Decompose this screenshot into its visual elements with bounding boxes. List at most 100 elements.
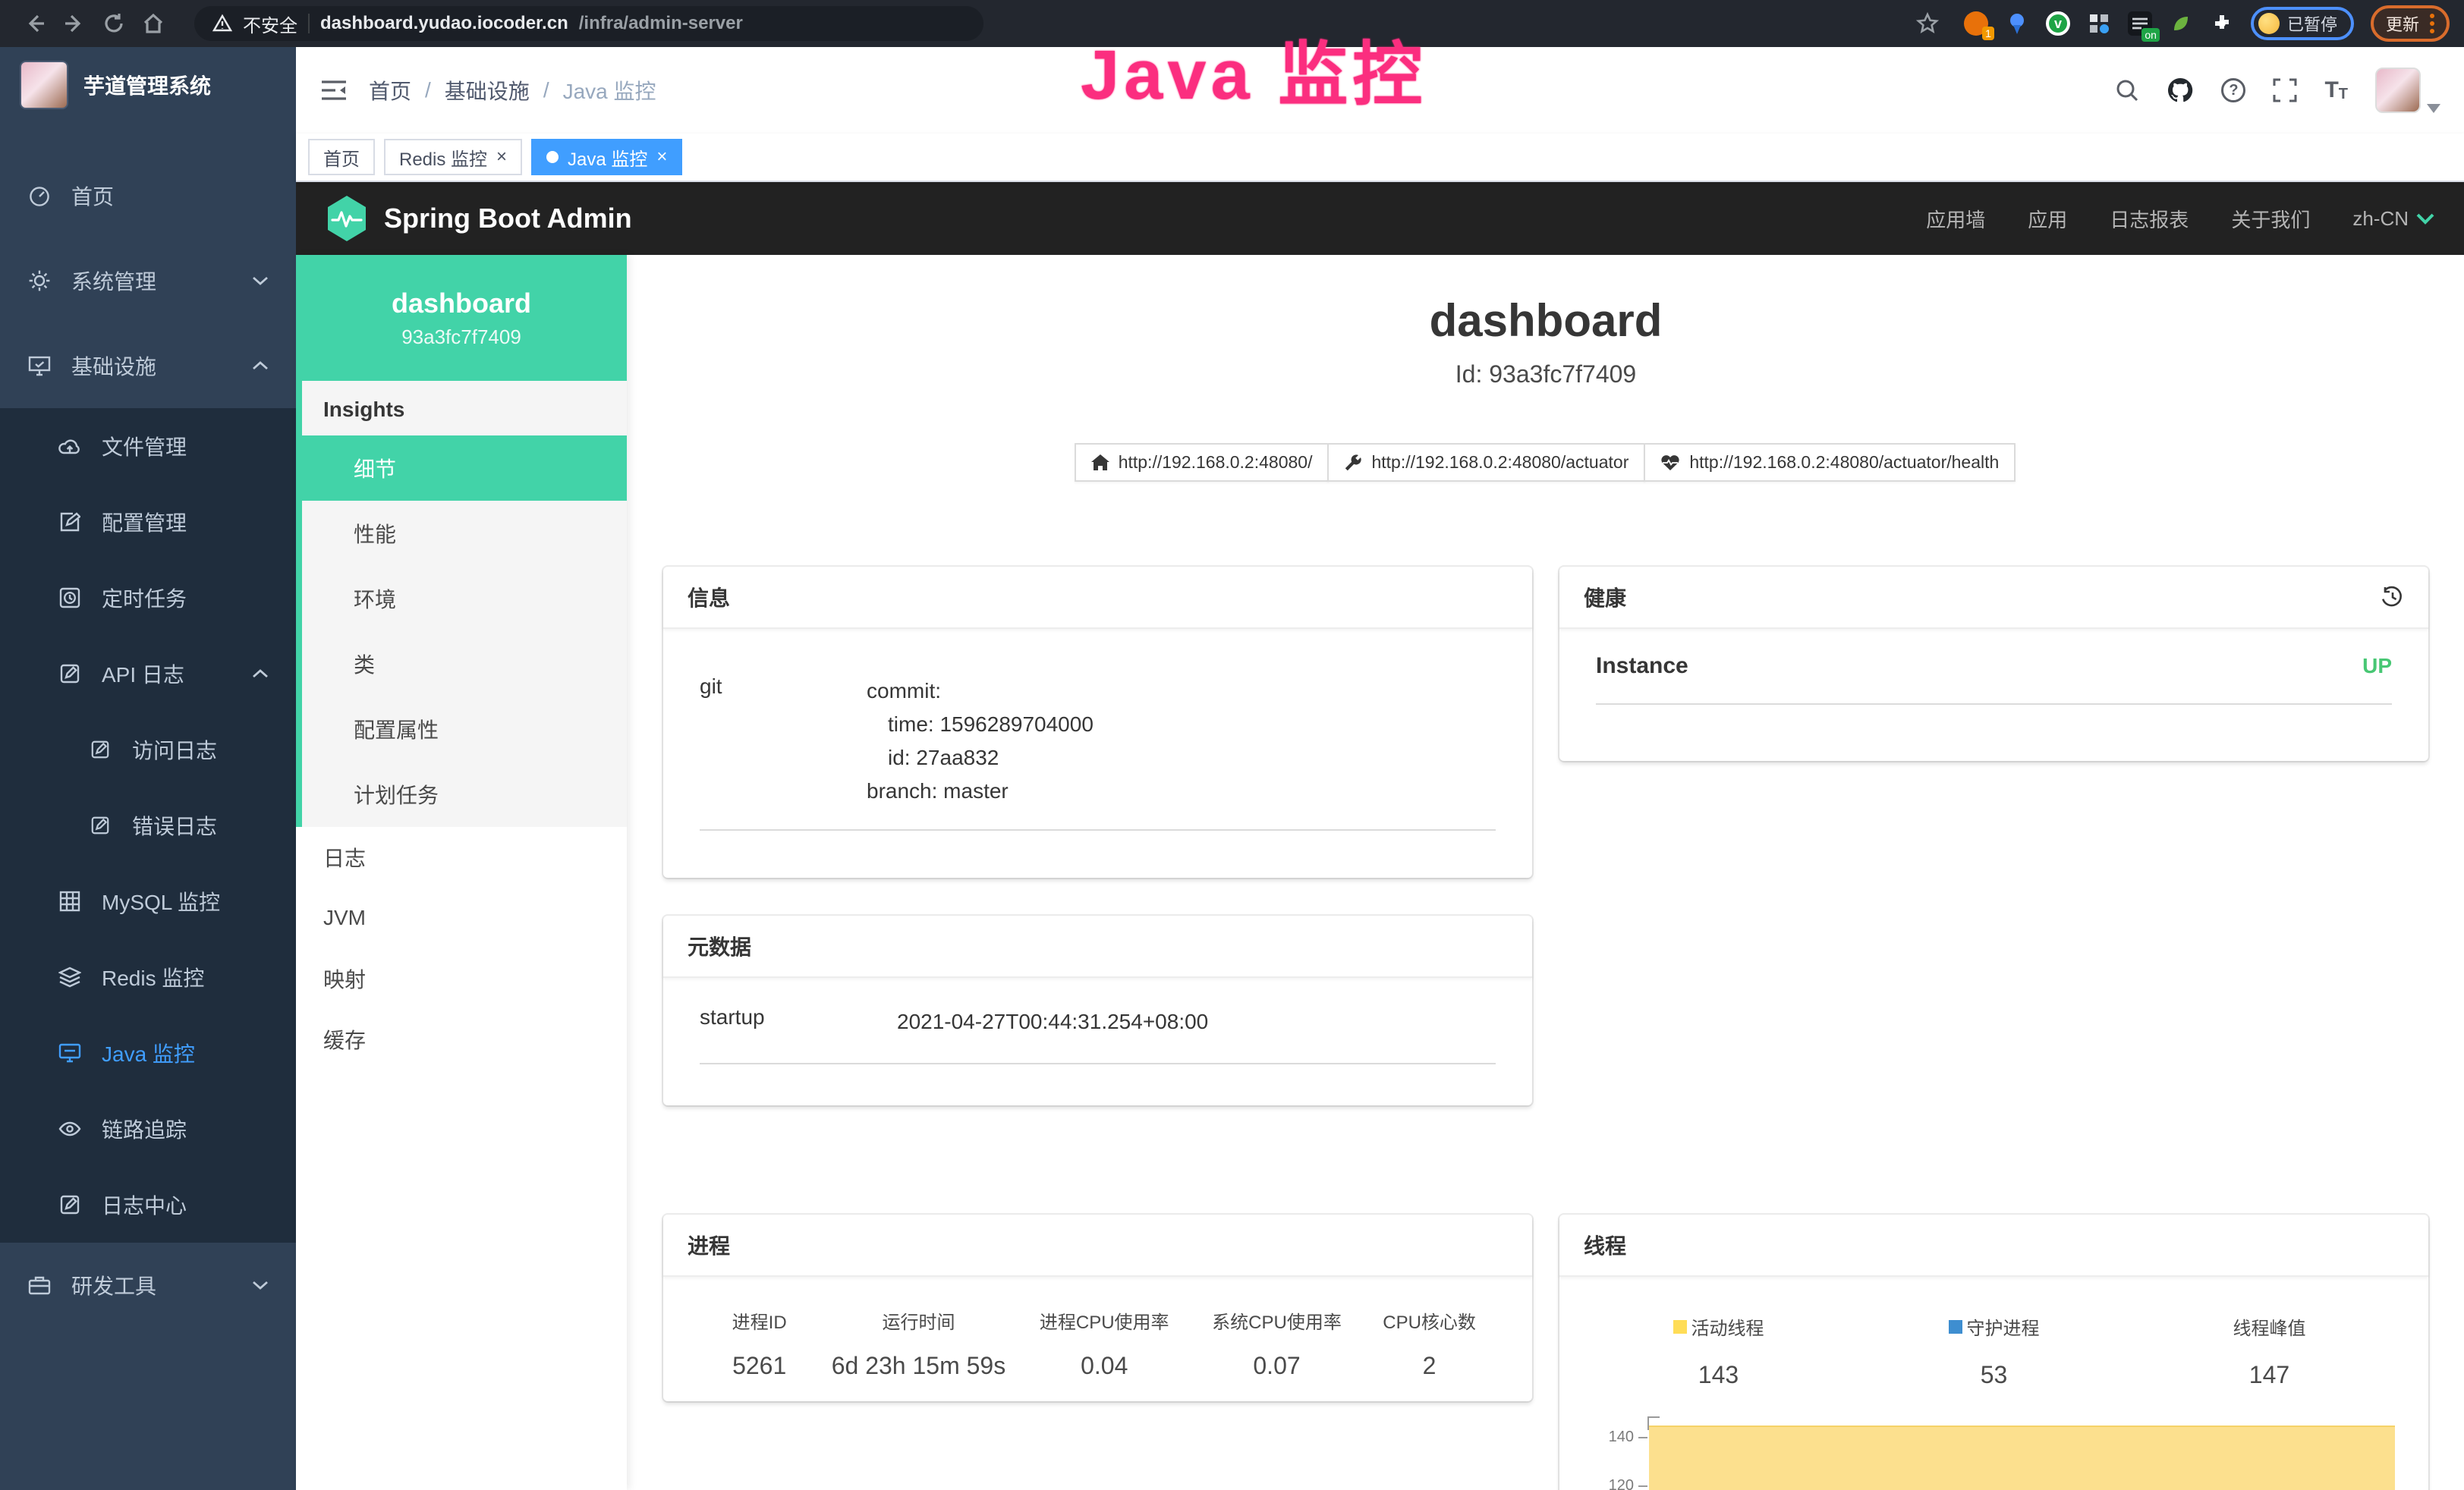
extension-icon-pin[interactable] bbox=[2005, 11, 2029, 36]
sba-brand[interactable]: Spring Boot Admin bbox=[326, 196, 632, 241]
metadata-key: startup bbox=[700, 1005, 897, 1039]
browser-update-button[interactable]: 更新 bbox=[2371, 5, 2450, 42]
font-size-icon[interactable]: TT bbox=[2324, 77, 2348, 103]
sba-logo-icon bbox=[326, 196, 367, 241]
peak-threads-label: 线程峰值 bbox=[2233, 1313, 2306, 1340]
sidebar-item-api-logs[interactable]: API 日志 bbox=[0, 636, 296, 712]
breadcrumb-infrastructure[interactable]: 基础设施 bbox=[445, 75, 530, 105]
sidebar-item-infrastructure[interactable]: 基础设施 bbox=[0, 323, 296, 408]
sba-nav-mappings[interactable]: 映射 bbox=[296, 948, 627, 1009]
live-threads-legend-swatch bbox=[1673, 1320, 1687, 1334]
home-icon bbox=[1091, 454, 1109, 471]
extension-icon-leaf[interactable] bbox=[2169, 11, 2193, 36]
sidebar-item-error-logs[interactable]: 错误日志 bbox=[0, 787, 296, 863]
tab-java-monitor[interactable]: Java 监控 × bbox=[531, 139, 682, 175]
extension-icon-list[interactable]: on bbox=[2128, 11, 2152, 36]
breadcrumb-home[interactable]: 首页 bbox=[369, 75, 411, 105]
chevron-up-icon bbox=[252, 668, 269, 679]
log-edit-icon bbox=[58, 663, 82, 684]
sba-locale-select[interactable]: zh-CN bbox=[2352, 207, 2434, 231]
sidebar-item-redis-monitor[interactable]: Redis 监控 bbox=[0, 939, 296, 1015]
sidebar-item-scheduled-jobs[interactable]: 定时任务 bbox=[0, 560, 296, 636]
emoji-face-icon bbox=[2258, 13, 2280, 34]
sba-instance-header[interactable]: dashboard 93a3fc7f7409 bbox=[296, 255, 627, 381]
sidebar-item-access-logs[interactable]: 访问日志 bbox=[0, 712, 296, 787]
sba-nav-jvm[interactable]: JVM bbox=[296, 888, 627, 948]
sba-nav-metrics[interactable]: 性能 bbox=[302, 501, 627, 566]
back-icon[interactable] bbox=[15, 4, 55, 43]
tab-redis-monitor[interactable]: Redis 监控 × bbox=[384, 139, 522, 175]
sidebar-item-home[interactable]: 首页 bbox=[0, 153, 296, 238]
url-bar[interactable]: 不安全 dashboard.yudao.iocoder.cn/infra/adm… bbox=[194, 6, 983, 41]
history-icon[interactable] bbox=[2380, 586, 2404, 608]
sba-menu-applications[interactable]: 应用 bbox=[2028, 205, 2067, 233]
chevron-down-icon bbox=[2416, 212, 2434, 225]
bookmark-star-icon[interactable] bbox=[1908, 4, 1947, 43]
sidebar-item-system-mgmt[interactable]: 系统管理 bbox=[0, 238, 296, 323]
search-icon[interactable] bbox=[2115, 78, 2139, 102]
breadcrumb: 首页 / 基础设施 / Java 监控 bbox=[369, 75, 656, 105]
thread-stats: 活动线程 143 守护进程 53 线程峰值 bbox=[1581, 1313, 2407, 1389]
sidebar-item-file-mgmt[interactable]: 文件管理 bbox=[0, 408, 296, 484]
live-threads-label: 活动线程 bbox=[1691, 1313, 1764, 1340]
active-dot bbox=[546, 151, 559, 163]
close-icon[interactable]: × bbox=[656, 148, 667, 166]
sba-nav-logs[interactable]: 日志 bbox=[296, 827, 627, 888]
sba-menu-journal[interactable]: 日志报表 bbox=[2110, 205, 2189, 233]
home-icon[interactable] bbox=[134, 4, 173, 43]
update-label: 更新 bbox=[2386, 11, 2419, 36]
user-avatar[interactable] bbox=[2375, 68, 2440, 113]
security-label[interactable]: 不安全 bbox=[243, 11, 297, 37]
sba-nav-details[interactable]: 细节 bbox=[302, 435, 627, 501]
extension-badge-on: on bbox=[2141, 28, 2160, 42]
log-edit-icon bbox=[58, 1194, 82, 1215]
reload-icon[interactable] bbox=[94, 4, 134, 43]
eye-icon bbox=[58, 1121, 82, 1136]
sba-menu-about[interactable]: 关于我们 bbox=[2231, 205, 2310, 233]
sba-nav-caches[interactable]: 缓存 bbox=[296, 1009, 627, 1070]
url-host[interactable]: dashboard.yudao.iocoder.cn bbox=[320, 13, 568, 34]
sba-nav-config-props[interactable]: 配置属性 bbox=[302, 696, 627, 762]
ytick-120: 120 bbox=[1609, 1477, 1634, 1490]
sidebar-item-mysql-monitor[interactable]: MySQL 监控 bbox=[0, 863, 296, 939]
extension-icon-grid[interactable] bbox=[2087, 11, 2111, 36]
actuator-url-button[interactable]: http://192.168.0.2:48080/actuator bbox=[1327, 443, 1645, 482]
fullscreen-icon[interactable] bbox=[2273, 78, 2297, 102]
sidebar-item-java-monitor[interactable]: Java 监控 bbox=[0, 1015, 296, 1091]
extension-icon-green-v[interactable]: v bbox=[2046, 11, 2070, 36]
chevron-down-icon bbox=[252, 275, 269, 286]
app-title: 芋道管理系统 bbox=[83, 70, 211, 100]
forward-icon[interactable] bbox=[55, 4, 94, 43]
paused-extension-pill[interactable]: 已暂停 bbox=[2251, 7, 2354, 40]
health-card-title: 健康 bbox=[1584, 582, 1626, 612]
security-warning-icon[interactable] bbox=[212, 14, 232, 33]
service-url-button[interactable]: http://192.168.0.2:48080/ bbox=[1075, 443, 1330, 482]
extension-icon-orange[interactable]: 1 bbox=[1964, 11, 1988, 36]
breadcrumb-current: Java 监控 bbox=[563, 75, 656, 105]
app-logo-row[interactable]: 芋道管理系统 bbox=[0, 47, 296, 123]
url-separator bbox=[308, 14, 310, 33]
monitor-check-icon bbox=[27, 355, 52, 376]
extension-icon-puzzle[interactable] bbox=[2210, 11, 2234, 36]
sba-nav-scheduled-tasks[interactable]: 计划任务 bbox=[302, 762, 627, 827]
browser-menu-kebab-icon[interactable] bbox=[2430, 14, 2434, 33]
app-sidebar: 芋道管理系统 首页 系统管理 基础设施 文件管理 bbox=[0, 47, 296, 1490]
metadata-card: 元数据 startup 2021-04-27T00:44:31.254+08:0… bbox=[663, 916, 1532, 1105]
github-icon[interactable] bbox=[2167, 77, 2194, 104]
sidebar-item-dev-tools[interactable]: 研发工具 bbox=[0, 1243, 296, 1328]
health-url-button[interactable]: http://192.168.0.2:48080/actuator/health bbox=[1644, 443, 2016, 482]
sba-group-insights: Insights bbox=[302, 381, 627, 435]
tags-view: 首页 Redis 监控 × Java 监控 × bbox=[296, 134, 2464, 182]
sba-sidebar: dashboard 93a3fc7f7409 Insights 细节 性能 环境… bbox=[296, 255, 627, 1490]
hamburger-collapse-icon[interactable] bbox=[320, 80, 348, 101]
help-icon[interactable]: ? bbox=[2221, 78, 2245, 102]
threads-chart: 140 120 100 bbox=[1581, 1419, 2407, 1490]
sidebar-item-trace[interactable]: 链路追踪 bbox=[0, 1091, 296, 1167]
close-icon[interactable]: × bbox=[496, 148, 507, 166]
sidebar-item-log-center[interactable]: 日志中心 bbox=[0, 1167, 296, 1243]
sidebar-item-config-mgmt[interactable]: 配置管理 bbox=[0, 484, 296, 560]
tab-home[interactable]: 首页 bbox=[308, 139, 375, 175]
sba-nav-environment[interactable]: 环境 bbox=[302, 566, 627, 631]
sba-menu-wall[interactable]: 应用墙 bbox=[1926, 205, 1985, 233]
sba-nav-classes[interactable]: 类 bbox=[302, 631, 627, 696]
